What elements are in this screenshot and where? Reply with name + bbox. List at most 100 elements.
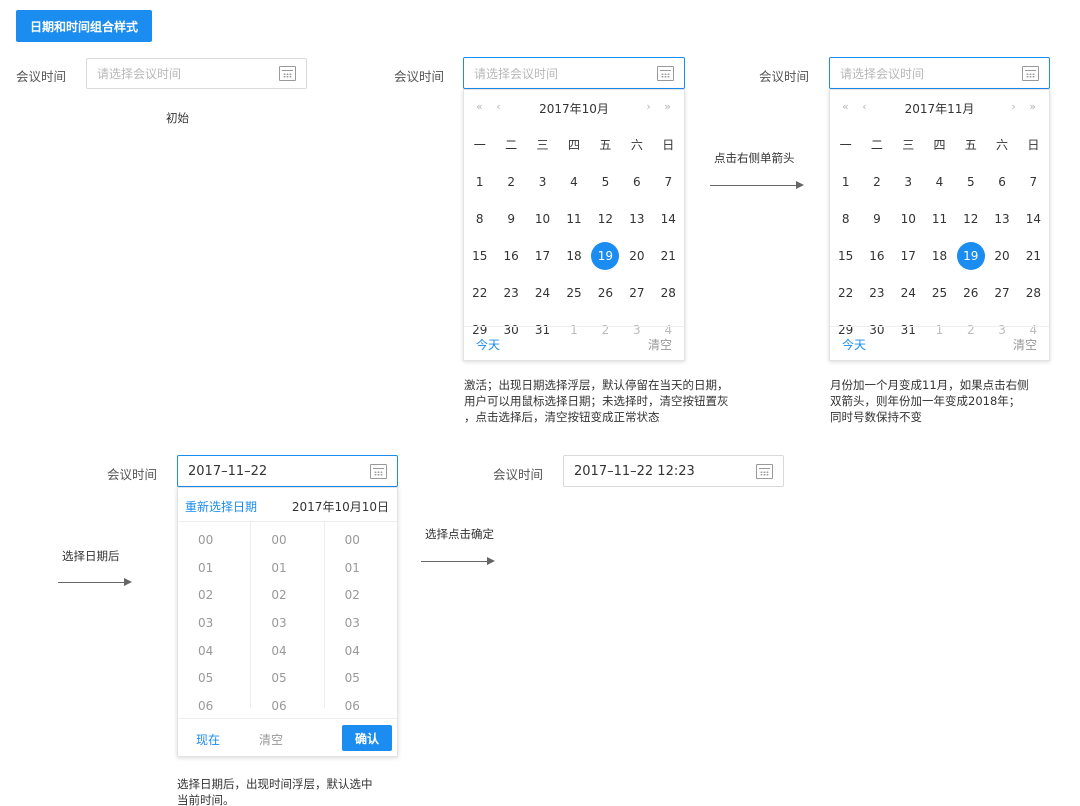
day-cell[interactable]: 20 [621, 237, 652, 274]
datetime-input-final[interactable]: 2017–11–22 12:23 [563, 455, 784, 487]
minute-column[interactable]: 00 01 02 03 04 05 06 [251, 522, 325, 713]
day-cell[interactable]: 3 [527, 163, 558, 200]
calendar-icon[interactable] [370, 463, 387, 479]
calendar-icon[interactable] [657, 65, 674, 81]
day-cell[interactable]: 27 [986, 274, 1017, 311]
day-cell[interactable]: 21 [1018, 237, 1049, 274]
day-cell[interactable]: 2 [495, 163, 526, 200]
day-cell[interactable]: 23 [861, 274, 892, 311]
day-cell[interactable]: 27 [621, 274, 652, 311]
day-cell[interactable]: 28 [653, 274, 684, 311]
time-option[interactable]: 06 [251, 693, 323, 721]
date-input-selected[interactable]: 2017–11–22 [177, 455, 398, 487]
day-cell[interactable]: 22 [830, 274, 861, 311]
day-cell[interactable]: 11 [558, 200, 589, 237]
day-cell[interactable]: 10 [893, 200, 924, 237]
time-option[interactable]: 03 [178, 610, 250, 638]
time-option[interactable]: 04 [178, 638, 250, 666]
day-cell[interactable]: 2 [861, 163, 892, 200]
time-option[interactable]: 05 [178, 665, 250, 693]
day-cell[interactable]: 25 [558, 274, 589, 311]
day-cell[interactable]: 25 [924, 274, 955, 311]
date-input-active[interactable]: 请选择会议时间 [463, 57, 685, 89]
day-cell[interactable]: 8 [830, 200, 861, 237]
selected-day-cell[interactable]: 19 [590, 237, 621, 274]
day-cell[interactable]: 14 [653, 200, 684, 237]
now-button[interactable]: 现在 [196, 731, 220, 748]
day-cell[interactable]: 16 [495, 237, 526, 274]
day-cell[interactable]: 10 [527, 200, 558, 237]
day-cell[interactable]: 17 [893, 237, 924, 274]
time-option[interactable]: 00 [251, 527, 323, 555]
day-cell[interactable]: 15 [464, 237, 495, 274]
reselect-date-button[interactable]: 重新选择日期 [185, 498, 257, 515]
today-button[interactable]: 今天 [842, 336, 866, 353]
day-cell[interactable]: 26 [955, 274, 986, 311]
day-cell[interactable]: 1 [464, 163, 495, 200]
calendar-icon[interactable] [279, 66, 296, 81]
day-cell[interactable]: 15 [830, 237, 861, 274]
time-option[interactable]: 02 [178, 582, 250, 610]
day-cell[interactable]: 4 [924, 163, 955, 200]
selected-day-cell[interactable]: 19 [955, 237, 986, 274]
day-cell[interactable]: 8 [464, 200, 495, 237]
day-cell[interactable]: 6 [621, 163, 652, 200]
day-cell[interactable]: 28 [1018, 274, 1049, 311]
time-option[interactable]: 00 [325, 527, 397, 555]
date-input-initial[interactable]: 请选择会议时间 [86, 58, 307, 89]
time-option[interactable]: 06 [178, 693, 250, 721]
title-button[interactable]: 日期和时间组合样式 [16, 10, 152, 42]
day-cell[interactable]: 24 [893, 274, 924, 311]
time-option[interactable]: 06 [325, 693, 397, 721]
time-option[interactable]: 00 [178, 527, 250, 555]
day-cell[interactable]: 11 [924, 200, 955, 237]
day-cell[interactable]: 13 [986, 200, 1017, 237]
day-cell[interactable]: 18 [558, 237, 589, 274]
day-cell[interactable]: 1 [830, 163, 861, 200]
time-option[interactable]: 02 [251, 582, 323, 610]
day-cell[interactable]: 5 [590, 163, 621, 200]
day-cell[interactable]: 16 [861, 237, 892, 274]
time-option[interactable]: 04 [325, 638, 397, 666]
today-button[interactable]: 今天 [476, 336, 500, 353]
day-cell[interactable]: 4 [558, 163, 589, 200]
time-option[interactable]: 05 [325, 665, 397, 693]
time-option[interactable]: 01 [178, 555, 250, 583]
day-cell[interactable]: 12 [955, 200, 986, 237]
day-cell[interactable]: 6 [986, 163, 1017, 200]
confirm-button[interactable]: 确认 [342, 725, 392, 751]
day-cell[interactable]: 26 [590, 274, 621, 311]
day-cell[interactable]: 20 [986, 237, 1017, 274]
calendar-icon[interactable] [1022, 65, 1039, 81]
day-cell[interactable]: 23 [495, 274, 526, 311]
day-cell[interactable]: 3 [893, 163, 924, 200]
day-cell[interactable]: 7 [1018, 163, 1049, 200]
clear-button[interactable]: 清空 [259, 731, 283, 748]
time-option[interactable]: 04 [251, 638, 323, 666]
day-cell[interactable]: 5 [955, 163, 986, 200]
time-option[interactable]: 02 [325, 582, 397, 610]
day-cell[interactable]: 9 [861, 200, 892, 237]
time-option[interactable]: 01 [251, 555, 323, 583]
day-cell[interactable]: 21 [653, 237, 684, 274]
day-cell[interactable]: 12 [590, 200, 621, 237]
second-column[interactable]: 00 01 02 03 04 05 06 [325, 522, 397, 713]
time-option[interactable]: 03 [251, 610, 323, 638]
time-option[interactable]: 05 [251, 665, 323, 693]
time-option[interactable]: 01 [325, 555, 397, 583]
date-input-november[interactable]: 请选择会议时间 [829, 57, 1050, 89]
day-cell[interactable]: 18 [924, 237, 955, 274]
hour-column[interactable]: 00 01 02 03 04 05 06 [178, 522, 252, 713]
day-cell[interactable]: 13 [621, 200, 652, 237]
day-cell[interactable]: 14 [1018, 200, 1049, 237]
day-cell[interactable]: 22 [464, 274, 495, 311]
day-cell[interactable]: 17 [527, 237, 558, 274]
next-nav-icon[interactable]: › » [646, 100, 676, 113]
day-cell[interactable]: 9 [495, 200, 526, 237]
time-option[interactable]: 03 [325, 610, 397, 638]
day-cell[interactable]: 24 [527, 274, 558, 311]
clear-button[interactable]: 清空 [1013, 336, 1037, 353]
day-cell[interactable]: 7 [653, 163, 684, 200]
calendar-icon[interactable] [756, 463, 773, 479]
clear-button[interactable]: 清空 [648, 336, 672, 353]
